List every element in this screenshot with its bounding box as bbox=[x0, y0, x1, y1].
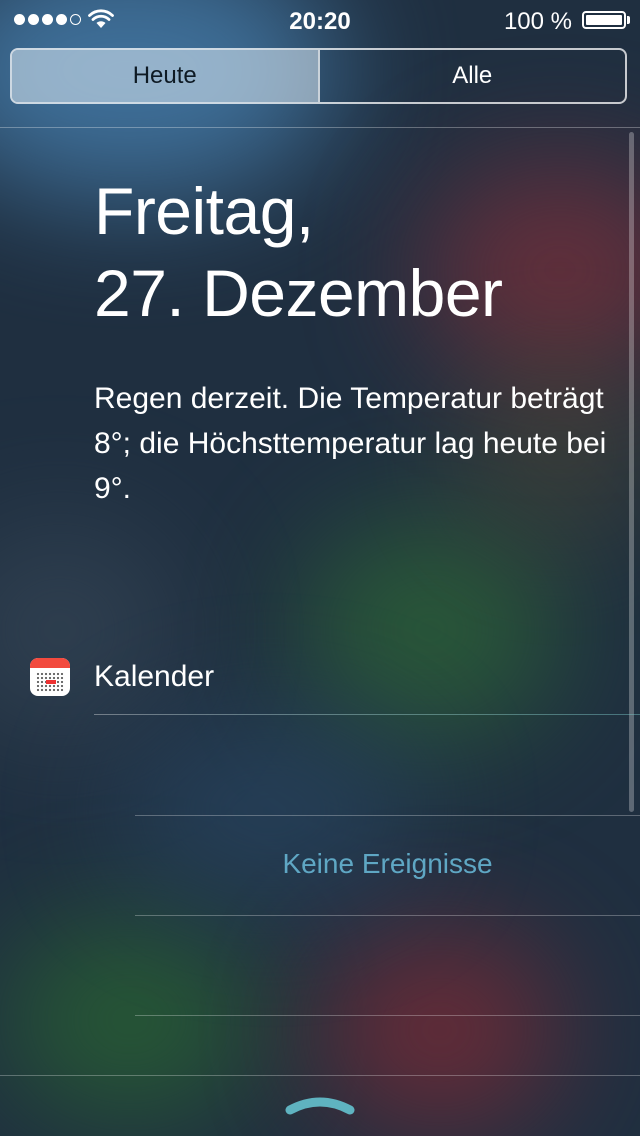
calendar-row-divider bbox=[135, 815, 640, 816]
calendar-divider bbox=[94, 714, 640, 715]
calendar-icon bbox=[30, 658, 70, 696]
weather-summary: Regen derzeit. Die Temperatur beträgt 8°… bbox=[94, 382, 607, 505]
battery-icon bbox=[582, 11, 626, 29]
scrollbar[interactable] bbox=[629, 132, 634, 812]
notification-center-tabs: Heute Alle bbox=[10, 48, 627, 104]
close-handle-icon[interactable] bbox=[284, 1092, 356, 1116]
calendar-row-divider bbox=[135, 915, 640, 916]
tab-alle[interactable]: Alle bbox=[317, 50, 626, 102]
calendar-row-divider bbox=[135, 1015, 640, 1016]
bottom-divider bbox=[0, 1075, 640, 1076]
date-day-month: 27. Dezember bbox=[94, 256, 503, 330]
calendar-widget-title: Kalender bbox=[94, 660, 215, 693]
battery-tip bbox=[627, 16, 630, 24]
header-divider bbox=[0, 127, 640, 128]
today-date: Freitag, 27. Dezember bbox=[94, 170, 503, 334]
no-events-label: Keine Ereignisse bbox=[282, 848, 493, 879]
tab-heute[interactable]: Heute bbox=[12, 50, 318, 102]
status-bar: 20:20 100 % bbox=[0, 0, 640, 40]
date-weekday: Freitag, bbox=[94, 174, 314, 248]
battery-percentage: 100 % bbox=[503, 8, 572, 35]
